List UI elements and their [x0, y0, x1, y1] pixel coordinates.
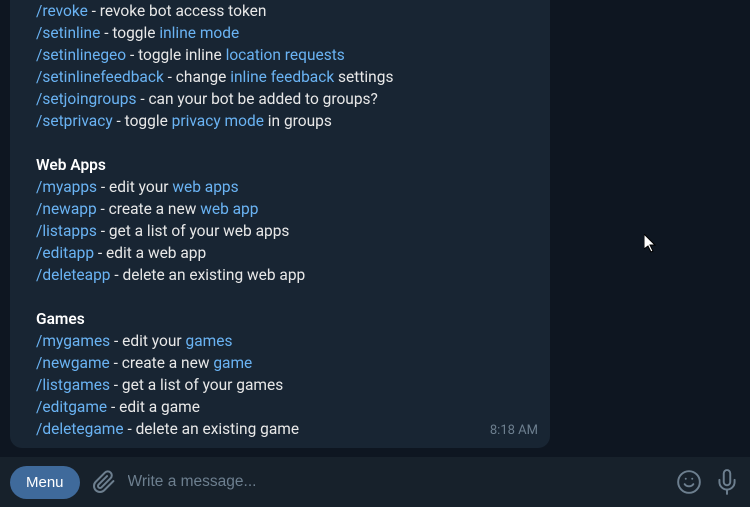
command-row: /deletegame - delete an existing game — [36, 418, 538, 440]
command-row: /listapps - get a list of your web apps — [36, 220, 538, 242]
command-link[interactable]: /deletegame — [36, 420, 124, 438]
message-input[interactable] — [128, 473, 664, 491]
command-desc: - change — [164, 68, 230, 86]
mic-icon[interactable] — [714, 469, 740, 495]
command-desc: - edit your — [110, 332, 185, 350]
command-row: /deleteapp - delete an existing web app — [36, 264, 538, 286]
bot-message: /revoke - revoke bot access token /setin… — [10, 0, 550, 448]
attach-icon[interactable] — [92, 470, 116, 494]
inline-link[interactable]: web apps — [172, 178, 238, 196]
inline-link[interactable]: web app — [200, 200, 258, 218]
command-link[interactable]: /deleteapp — [36, 266, 110, 284]
command-link[interactable]: /setinline — [36, 24, 100, 42]
command-link[interactable]: /newgame — [36, 354, 110, 372]
command-row: /mygames - edit your games — [36, 330, 538, 352]
section-header-webapps: Web Apps — [36, 154, 538, 176]
command-desc-after: in groups — [264, 112, 332, 130]
section-header-games: Games — [36, 308, 538, 330]
command-desc-after: settings — [334, 68, 393, 86]
command-row: /editgame - edit a game — [36, 396, 538, 418]
command-row: /listgames - get a list of your games — [36, 374, 538, 396]
command-desc: - toggle — [100, 24, 159, 42]
command-desc: - can your bot be added to groups? — [136, 90, 377, 108]
command-desc: - edit a game — [107, 398, 200, 416]
message-list: /revoke - revoke bot access token /setin… — [0, 0, 750, 457]
input-bar: Menu — [0, 457, 750, 507]
command-row: /setjoingroups - can your bot be added t… — [36, 88, 538, 110]
inline-link[interactable]: privacy mode — [172, 112, 264, 130]
command-row: /newgame - create a new game — [36, 352, 538, 374]
command-desc: - delete an existing game — [124, 420, 299, 438]
inline-link[interactable]: inline mode — [159, 24, 239, 42]
command-desc: - get a list of your web apps — [97, 222, 290, 240]
command-desc: - edit a web app — [94, 244, 206, 262]
emoji-icon[interactable] — [676, 469, 702, 495]
command-link[interactable]: /mygames — [36, 332, 110, 350]
command-link[interactable]: /setinlinegeo — [36, 46, 126, 64]
command-row: /revoke - revoke bot access token — [36, 0, 538, 22]
command-desc: - toggle inline — [126, 46, 225, 64]
command-desc: - delete an existing web app — [110, 266, 305, 284]
command-link[interactable]: /setjoingroups — [36, 90, 136, 108]
command-desc: - revoke bot access token — [88, 2, 267, 20]
inline-link[interactable]: inline feedback — [230, 68, 334, 86]
command-row: /setinline - toggle inline mode — [36, 22, 538, 44]
command-desc: - create a new — [97, 200, 201, 218]
inline-link[interactable]: game — [213, 354, 252, 372]
command-link[interactable]: /myapps — [36, 178, 97, 196]
inline-link[interactable]: location requests — [226, 46, 345, 64]
command-link[interactable]: /listgames — [36, 376, 110, 394]
command-desc: - get a list of your games — [110, 376, 283, 394]
command-row: /setinlinegeo - toggle inline location r… — [36, 44, 538, 66]
message-timestamp: 8:18 AM — [490, 420, 538, 442]
command-link[interactable]: /setprivacy — [36, 112, 113, 130]
command-link[interactable]: /editgame — [36, 398, 107, 416]
command-row: /myapps - edit your web apps — [36, 176, 538, 198]
command-desc: - edit your — [97, 178, 172, 196]
command-row: /editapp - edit a web app — [36, 242, 538, 264]
command-link[interactable]: /newapp — [36, 200, 97, 218]
command-row: /newapp - create a new web app — [36, 198, 538, 220]
command-link[interactable]: /setinlinefeedback — [36, 68, 164, 86]
command-desc: - toggle — [113, 112, 172, 130]
command-row: /setprivacy - toggle privacy mode in gro… — [36, 110, 538, 132]
command-row: /setinlinefeedback - change inline feedb… — [36, 66, 538, 88]
command-link[interactable]: /editapp — [36, 244, 94, 262]
menu-button[interactable]: Menu — [10, 466, 80, 499]
inline-link[interactable]: games — [186, 332, 233, 350]
command-link[interactable]: /listapps — [36, 222, 97, 240]
command-link[interactable]: /revoke — [36, 2, 88, 20]
command-desc: - create a new — [110, 354, 214, 372]
